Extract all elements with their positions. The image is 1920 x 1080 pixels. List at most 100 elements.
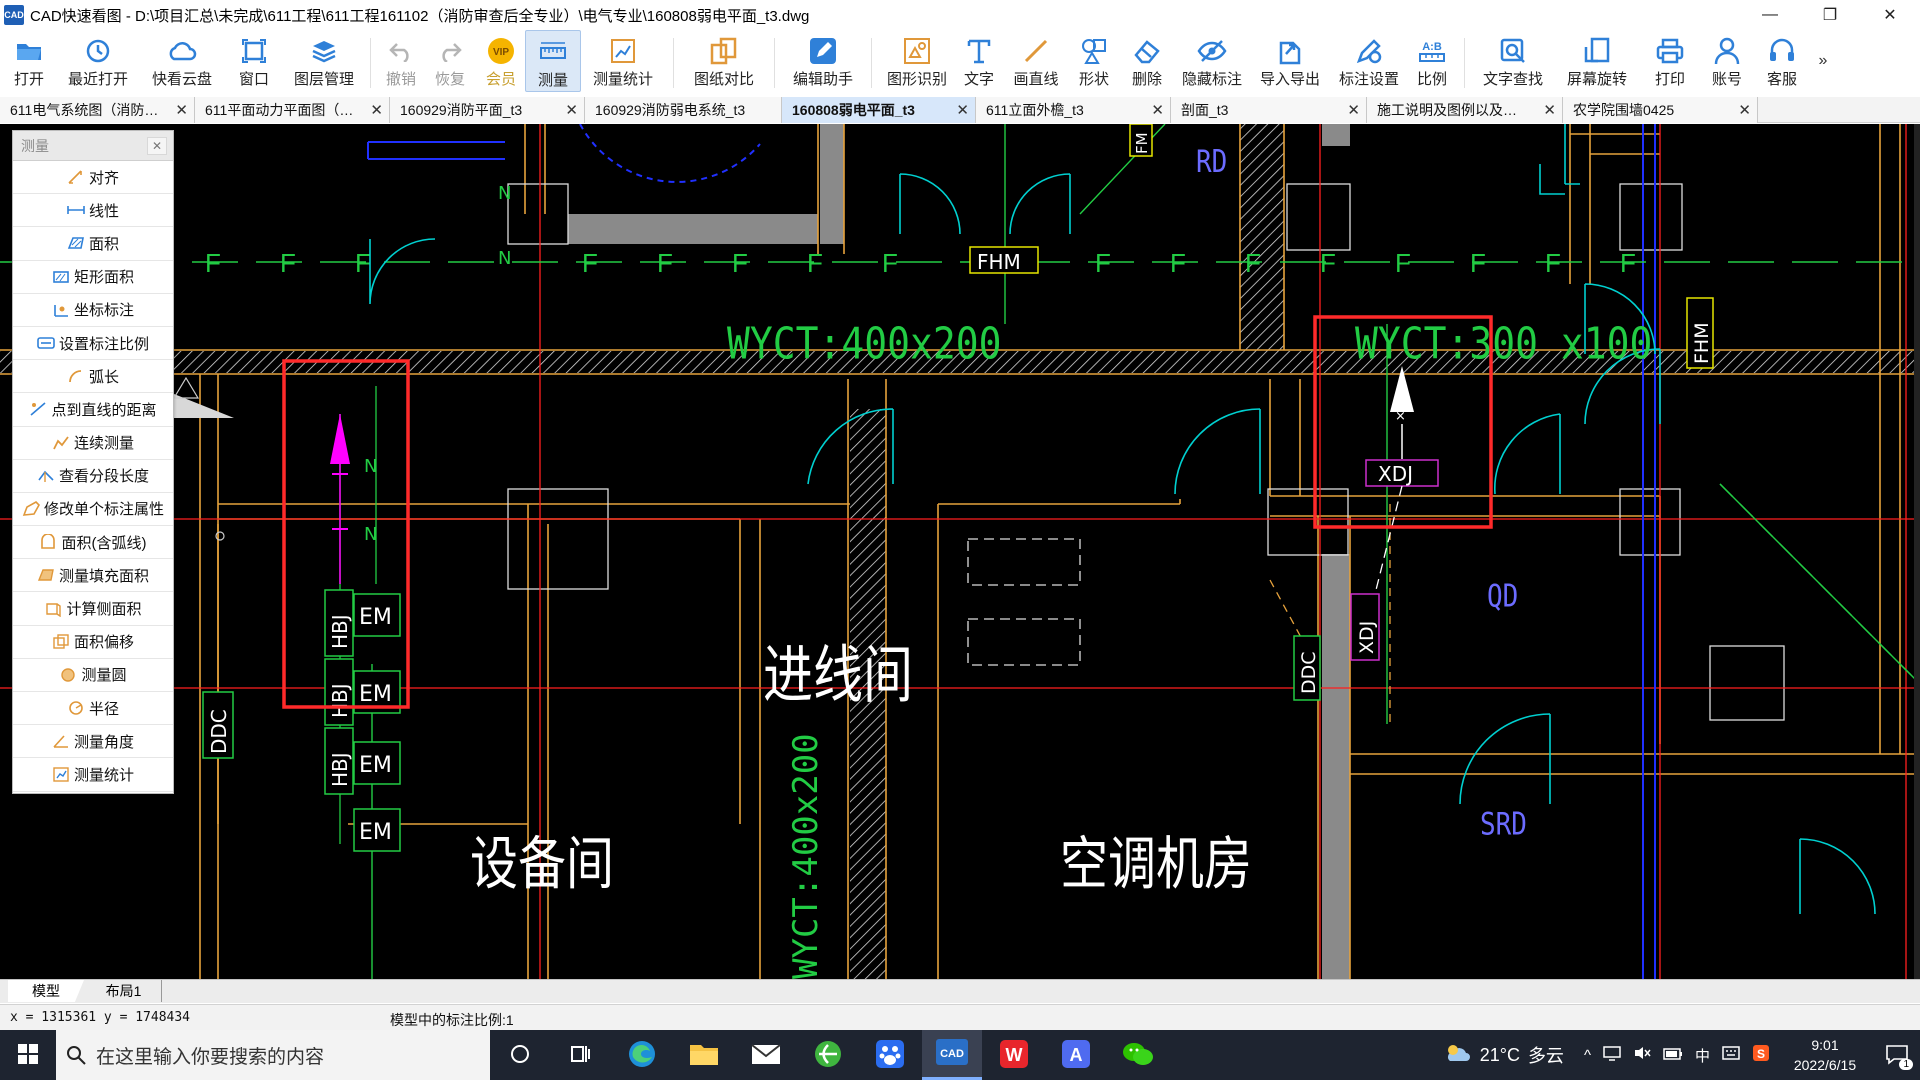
tab-close-icon[interactable]: ✕ <box>1738 101 1751 119</box>
wechat-app[interactable] <box>1108 1030 1168 1080</box>
measure-tool-area[interactable]: 面积 <box>13 227 173 261</box>
ime-indicator[interactable]: 中 <box>1695 1045 1710 1066</box>
scale-button[interactable]: A:B 比例 <box>1408 30 1456 92</box>
doc-tab[interactable]: 施工说明及图例以及… ✕ <box>1367 97 1563 123</box>
line-button[interactable]: 画直线 <box>1004 30 1068 92</box>
rotate-screen-button[interactable]: 屏幕旋转 <box>1553 30 1641 92</box>
notification-center-button[interactable]: 1 <box>1874 1030 1920 1080</box>
folder-icon <box>689 1041 719 1070</box>
window-button[interactable]: 窗口 <box>222 30 286 92</box>
measure-tool-angle[interactable]: 测量角度 <box>13 725 173 759</box>
measure-tool-align-measure[interactable]: 对齐 <box>13 161 173 195</box>
doc-tab[interactable]: 611电气系统图（消防… ✕ <box>0 97 195 123</box>
annotation-settings-button[interactable]: 标注设置 <box>1330 30 1408 92</box>
restore-button[interactable]: ❐ <box>1800 0 1860 30</box>
measure-tool-edit-annotation[interactable]: 修改单个标注属性 <box>13 493 173 527</box>
measure-tool-linear-measure[interactable]: 线性 <box>13 194 173 228</box>
account-button[interactable]: 账号 <box>1699 30 1755 92</box>
doc-tab[interactable]: 611立面外檐_t3 ✕ <box>976 97 1171 123</box>
redo-button[interactable]: 恢复 <box>423 30 477 92</box>
doc-tab[interactable]: 农学院围墙0425 ✕ <box>1563 97 1758 123</box>
tab-close-icon[interactable]: ✕ <box>175 101 188 119</box>
layout-tab-model[interactable]: 模型 <box>8 980 84 1002</box>
start-button[interactable] <box>0 1030 56 1080</box>
keyboard-icon[interactable] <box>1722 1046 1740 1064</box>
shape-recognize-button[interactable]: 图形识别 <box>880 30 954 92</box>
doc-tab[interactable]: 611平面动力平面图（… ✕ <box>195 97 390 123</box>
close-button[interactable]: ✕ <box>1860 0 1920 30</box>
recent-button[interactable]: 最近打开 <box>54 30 142 92</box>
edge-app[interactable] <box>612 1030 672 1080</box>
drawing-canvas[interactable]: F F F F F F F F F F F F F F F F WYCT:400… <box>0 124 1920 979</box>
import-export-button[interactable]: 导入导出 <box>1250 30 1330 92</box>
layers-button[interactable]: 图层管理 <box>286 30 362 92</box>
compare-button[interactable]: 图纸对比 <box>682 30 766 92</box>
delete-button[interactable]: 删除 <box>1120 30 1174 92</box>
doc-tab[interactable]: 160929消防平面_t3 ✕ <box>390 97 585 123</box>
vip-button[interactable]: VIP 会员 <box>477 30 525 92</box>
tab-close-icon[interactable]: ✕ <box>1347 101 1360 119</box>
measure-tool-continuous-measure[interactable]: 连续测量 <box>13 427 173 460</box>
measure-tool-coordinate[interactable]: 坐标标注 <box>13 294 173 327</box>
measure-tool-arc-length[interactable]: 弧长 <box>13 360 173 394</box>
measure-tool-circle-measure[interactable]: 测量圆 <box>13 659 173 692</box>
tab-close-icon[interactable]: ✕ <box>956 101 969 119</box>
measure-tool-rect-area[interactable]: 矩形面积 <box>13 261 173 294</box>
volume-muted-icon[interactable] <box>1633 1045 1651 1065</box>
account-label: 账号 <box>1711 71 1742 88</box>
print-button[interactable]: 打印 <box>1641 30 1699 92</box>
task-view-button[interactable] <box>490 1030 550 1080</box>
doc-tab[interactable]: 160929消防弱电系统_t3 <box>585 97 782 123</box>
text-app[interactable]: A <box>1046 1030 1106 1080</box>
minimize-button[interactable]: — <box>1740 0 1800 30</box>
tab-close-icon[interactable]: ✕ <box>370 101 383 119</box>
measure-tool-label: 设置标注比例 <box>58 335 149 353</box>
taskbar-search[interactable]: 在这里输入你要搜索的内容 <box>56 1030 490 1080</box>
wps-app[interactable]: W <box>984 1030 1044 1080</box>
measure-tool-radius[interactable]: 半径 <box>13 692 173 726</box>
sogou-icon[interactable]: S <box>1752 1044 1770 1066</box>
support-button[interactable]: 客服 <box>1755 30 1809 92</box>
battery-icon[interactable] <box>1663 1047 1683 1064</box>
text-search-button[interactable]: 文字查找 <box>1473 30 1553 92</box>
doc-tab-active[interactable]: 160808弱电平面_t3 ✕ <box>782 97 976 123</box>
cloud-button[interactable]: 快看云盘 <box>142 30 222 92</box>
measure-tool-point-line-distance[interactable]: 点到直线的距离 <box>13 393 173 427</box>
tab-close-icon[interactable]: ✕ <box>1151 101 1164 119</box>
close-icon[interactable]: ✕ <box>147 136 167 155</box>
linear-measure-icon <box>67 202 85 218</box>
measure-stats-button[interactable]: 测量统计 <box>581 30 665 92</box>
measure-tool-stats[interactable]: 测量统计 <box>13 758 173 792</box>
network-icon[interactable] <box>1603 1045 1621 1065</box>
toolbar-overflow-button[interactable]: » <box>1809 30 1837 70</box>
measure-button[interactable]: 测量 <box>525 30 581 92</box>
measure-tool-arc-area[interactable]: 面积(含弧线) <box>13 526 173 560</box>
shapes-button[interactable]: 形状 <box>1068 30 1120 92</box>
undo-button[interactable]: 撤销 <box>379 30 423 92</box>
cad-app[interactable]: CAD <box>922 1030 982 1080</box>
multitask-button[interactable] <box>550 1030 610 1080</box>
text-button[interactable]: 文字 <box>954 30 1004 92</box>
open-button[interactable]: 打开 <box>4 30 54 92</box>
browser-360-app[interactable] <box>798 1030 858 1080</box>
document-tabs: 611电气系统图（消防… ✕ 611平面动力平面图（… ✕ 160929消防平面_t… <box>0 97 1920 123</box>
explorer-app[interactable] <box>674 1030 734 1080</box>
mail-app[interactable] <box>736 1030 796 1080</box>
tab-close-icon[interactable]: ✕ <box>565 101 578 119</box>
edit-assistant-button[interactable]: 编辑助手 <box>783 30 863 92</box>
measure-tool-hatch-area[interactable]: 测量填充面积 <box>13 559 173 593</box>
hbj-label: HBJ <box>328 614 352 649</box>
measure-tool-side-area[interactable]: 计算侧面积 <box>13 592 173 626</box>
layout-tab-layout1[interactable]: 布局1 <box>86 980 162 1002</box>
hide-annotation-button[interactable]: 隐藏标注 <box>1174 30 1250 92</box>
taskbar-clock[interactable]: 9:01 2022/6/15 <box>1776 1035 1874 1075</box>
canvas-scrollbar[interactable] <box>1914 124 1920 979</box>
measure-tool-segment-length[interactable]: 查看分段长度 <box>13 460 173 493</box>
tab-close-icon[interactable]: ✕ <box>1543 101 1556 119</box>
baidu-app[interactable] <box>860 1030 920 1080</box>
measure-tool-area-offset[interactable]: 面积偏移 <box>13 626 173 659</box>
doc-tab[interactable]: 剖面_t3 ✕ <box>1171 97 1367 123</box>
chevron-up-icon[interactable]: ^ <box>1584 1047 1591 1064</box>
measure-tool-set-scale[interactable]: 设置标注比例 <box>13 327 173 361</box>
weather-widget[interactable]: 21°C 多云 <box>1444 1042 1564 1068</box>
